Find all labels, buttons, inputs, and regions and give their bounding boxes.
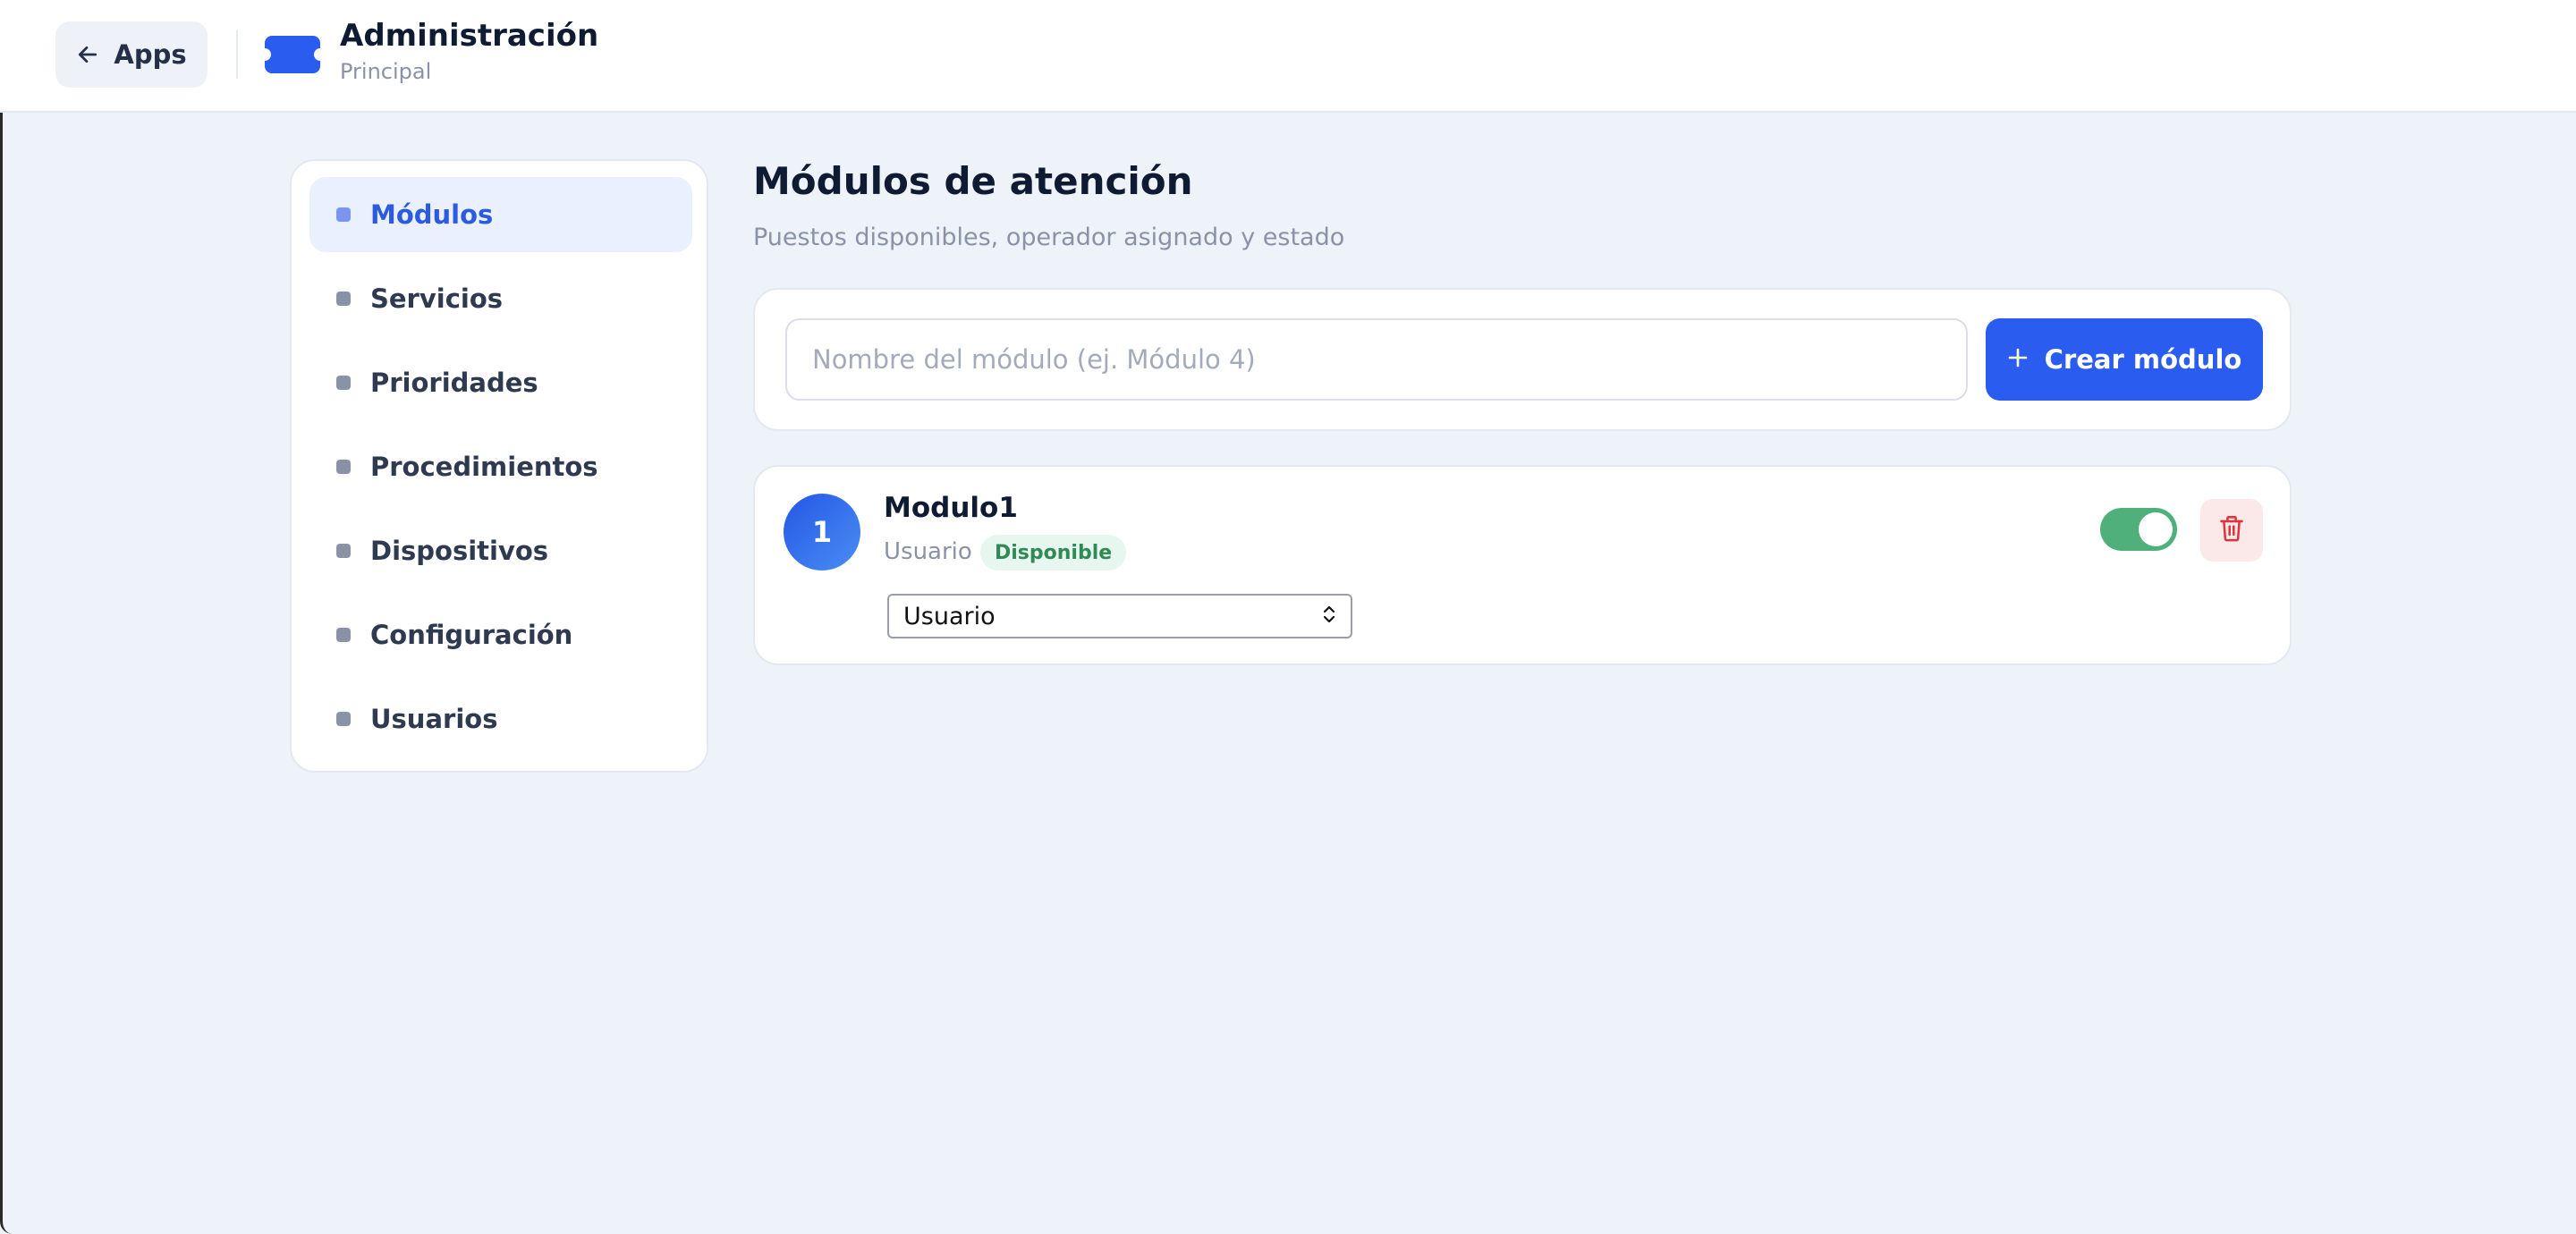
bullet-icon xyxy=(336,376,351,390)
page-title: Módulos de atención xyxy=(753,159,1193,203)
ticket-icon xyxy=(265,36,320,73)
module-card: 1 Modulo1 Usuario Disponible Usuario xyxy=(753,465,2292,665)
sidebar-item-label: Dispositivos xyxy=(370,536,549,566)
module-name-input[interactable] xyxy=(785,318,1968,401)
chevron-up-down-icon xyxy=(1322,604,1336,629)
sidebar-item-label: Prioridades xyxy=(370,368,538,398)
back-to-apps-button[interactable]: Apps xyxy=(55,21,208,88)
delete-module-button[interactable] xyxy=(2200,499,2263,562)
module-name: Modulo1 xyxy=(884,492,1018,524)
create-module-card: Crear módulo xyxy=(753,288,2292,431)
create-module-button[interactable]: Crear módulo xyxy=(1986,318,2263,401)
sidebar-item-modulos[interactable]: Módulos xyxy=(309,177,692,252)
back-button-label: Apps xyxy=(114,39,187,70)
sidebar-item-label: Módulos xyxy=(370,199,494,230)
sidebar-item-label: Procedimientos xyxy=(370,452,598,482)
bullet-icon xyxy=(336,712,351,726)
sidebar-item-usuarios[interactable]: Usuarios xyxy=(309,681,692,756)
bullet-icon xyxy=(336,292,351,306)
sidebar-item-dispositivos[interactable]: Dispositivos xyxy=(309,513,692,588)
operator-select[interactable]: Usuario xyxy=(887,594,1352,638)
app-subtitle: Principal xyxy=(340,59,432,84)
top-header: Apps Administración Principal xyxy=(0,0,2576,113)
sidebar-item-configuracion[interactable]: Configuración xyxy=(309,597,692,672)
create-module-button-label: Crear módulo xyxy=(2044,344,2242,375)
sidebar-item-label: Servicios xyxy=(370,283,504,314)
sidebar-item-procedimientos[interactable]: Procedimientos xyxy=(309,429,692,504)
module-operator: Usuario xyxy=(884,538,972,565)
sidebar-item-label: Usuarios xyxy=(370,704,498,734)
trash-icon xyxy=(2219,515,2244,545)
sidebar-item-servicios[interactable]: Servicios xyxy=(309,261,692,336)
status-badge: Disponible xyxy=(980,535,1127,571)
bullet-icon xyxy=(336,460,351,474)
module-enabled-toggle[interactable] xyxy=(2100,508,2177,551)
header-divider xyxy=(236,30,238,79)
module-number-badge: 1 xyxy=(784,494,860,571)
app-title: Administración xyxy=(340,18,599,54)
page-subtitle: Puestos disponibles, operador asignado y… xyxy=(753,224,1345,251)
plus-icon xyxy=(2007,347,2029,372)
bullet-icon xyxy=(336,207,351,222)
sidebar-item-prioridades[interactable]: Prioridades xyxy=(309,345,692,420)
bullet-icon xyxy=(336,544,351,558)
toggle-knob xyxy=(2139,512,2173,546)
operator-select-value: Usuario xyxy=(903,602,996,630)
sidebar: Módulos Servicios Prioridades Procedimie… xyxy=(290,159,708,773)
arrow-left-icon xyxy=(76,43,99,66)
bullet-icon xyxy=(336,628,351,642)
sidebar-item-label: Configuración xyxy=(370,620,573,650)
